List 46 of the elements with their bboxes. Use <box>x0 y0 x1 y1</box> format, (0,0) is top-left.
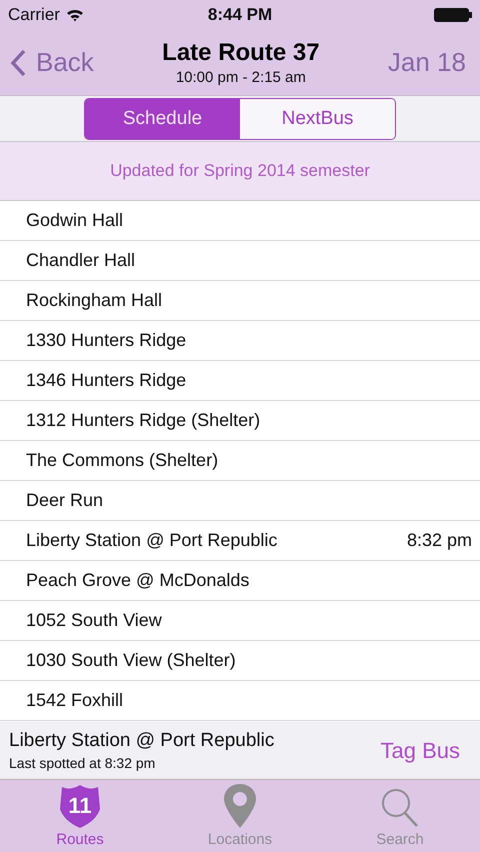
segment-tab[interactable]: NextBus <box>240 98 395 138</box>
status-time: 8:44 PM <box>208 5 272 25</box>
stop-name: 1052 South View <box>26 610 162 631</box>
stop-row[interactable]: 1330 Hunters Ridge <box>0 321 480 361</box>
carrier-name: Carrier <box>8 5 60 25</box>
stop-name: 1330 Hunters Ridge <box>26 330 186 351</box>
stop-row[interactable]: Godwin Hall <box>0 201 480 241</box>
stop-row[interactable]: 1030 South View (Shelter) <box>0 641 480 681</box>
stop-row[interactable]: Peach Grove @ McDonalds <box>0 561 480 601</box>
battery-icon <box>434 8 472 22</box>
stop-time: 8:32 pm <box>406 530 472 551</box>
stop-row[interactable]: 1312 Hunters Ridge (Shelter) <box>0 401 480 441</box>
shield-icon <box>58 783 102 829</box>
stop-row[interactable]: Deer Run <box>0 481 480 521</box>
stop-name: 1346 Hunters Ridge <box>26 370 186 391</box>
stop-row[interactable]: 1346 Hunters Ridge <box>0 361 480 401</box>
stop-name: Liberty Station @ Port Republic <box>26 530 278 551</box>
spotted-time: Last spotted at 8:32 pm <box>9 755 156 771</box>
stop-name: Peach Grove @ McDonalds <box>26 570 250 591</box>
stop-row[interactable]: Rockingham Hall <box>0 281 480 321</box>
segment-tab[interactable]: Schedule <box>85 98 240 138</box>
stop-name: 1030 South View (Shelter) <box>26 650 236 671</box>
stop-name: Rockingham Hall <box>26 290 162 311</box>
wifi-icon <box>66 8 84 22</box>
route-title: Late Route 37 <box>162 39 320 67</box>
stop-row[interactable]: 1052 South View <box>0 601 480 641</box>
stop-name: Godwin Hall <box>26 210 124 231</box>
spotted-stop: Liberty Station @ Port Republic <box>9 730 274 752</box>
stop-name: The Commons (Shelter) <box>26 450 218 471</box>
stop-row[interactable]: Chandler Hall <box>0 241 480 281</box>
tag-bus-button[interactable]: Tag Bus <box>380 738 460 764</box>
tab-bar-item[interactable]: 11 Routes <box>0 780 160 852</box>
stop-row[interactable]: Liberty Station @ Port Republic 8:32 pm <box>0 521 480 561</box>
stop-name: Deer Run <box>26 490 104 511</box>
search-icon <box>380 787 420 829</box>
chevron-left-icon <box>10 48 26 76</box>
map-pin-icon <box>223 783 257 829</box>
stop-row[interactable]: 1542 Foxhill <box>0 681 480 721</box>
route-number: 11 <box>68 793 92 819</box>
stop-row[interactable]: The Commons (Shelter) <box>0 441 480 481</box>
date-label: Jan 18 <box>388 47 466 78</box>
update-notice: Updated for Spring 2014 semester <box>110 161 370 181</box>
stop-name: Chandler Hall <box>26 250 136 271</box>
route-hours: 10:00 pm - 2:15 am <box>176 69 306 86</box>
stop-name: 1542 Foxhill <box>26 690 124 711</box>
stop-name: 1312 Hunters Ridge (Shelter) <box>26 410 260 431</box>
